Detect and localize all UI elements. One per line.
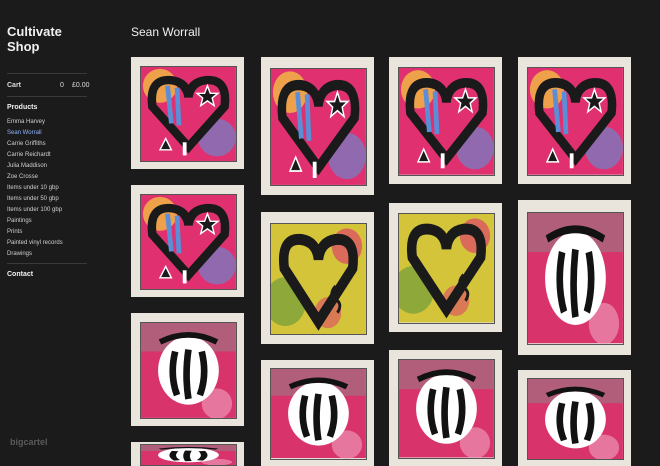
painting-faces [140, 322, 237, 419]
product-category-link[interactable]: Items under 10 gbp [7, 183, 63, 194]
product-category-link[interactable]: Emma Harvey [7, 117, 63, 128]
product-thumbnail[interactable] [131, 313, 244, 426]
painting-hearts-stars [270, 68, 367, 186]
cart-total: £0.00 [72, 82, 90, 89]
painting-faces [270, 368, 367, 460]
product-thumbnail[interactable] [131, 57, 244, 169]
divider [7, 96, 87, 97]
product-thumbnail[interactable] [131, 442, 244, 466]
painting-faces [527, 377, 624, 461]
product-category-link[interactable]: Carrie Griffiths [7, 139, 63, 150]
product-thumbnail[interactable] [518, 370, 631, 466]
painting-hearts-stars [140, 193, 237, 291]
brand-line-2[interactable]: Shop [7, 39, 62, 54]
painting-hearts-stars [398, 67, 495, 176]
products-heading[interactable]: Products [7, 104, 37, 111]
bigcartel-logo[interactable]: bigcartel [10, 437, 48, 447]
shop-logo[interactable]: Cultivate Shop [7, 24, 62, 54]
contact-link[interactable]: Contact [7, 271, 33, 278]
product-thumbnail[interactable] [261, 57, 374, 195]
product-thumbnail[interactable] [261, 212, 374, 344]
product-thumbnail[interactable] [261, 360, 374, 466]
painting-faces [398, 359, 495, 459]
products-list: Emma Harvey Sean Worrall Carrie Griffiths C… [7, 117, 63, 260]
product-thumbnail[interactable] [518, 200, 631, 355]
product-thumbnail[interactable] [518, 57, 631, 184]
cart-count: 0 [60, 82, 64, 89]
product-category-link[interactable]: Carrie Reichardt [7, 150, 63, 161]
divider [7, 263, 87, 264]
product-thumbnail[interactable] [389, 57, 502, 184]
cart-label[interactable]: Cart [7, 82, 21, 89]
product-thumbnail[interactable] [131, 185, 244, 297]
product-thumbnail[interactable] [389, 350, 502, 466]
product-category-link[interactable]: Sean Worrall [7, 128, 63, 139]
product-category-link[interactable]: Painted vinyl records [7, 238, 63, 249]
page-title: Sean Worrall [131, 25, 201, 39]
product-category-link[interactable]: Items under 100 gbp [7, 205, 63, 216]
painting-heart-green [270, 222, 367, 336]
product-category-link[interactable]: Julia Maddison [7, 161, 63, 172]
painting-faces [140, 443, 237, 466]
painting-faces [527, 212, 624, 345]
product-category-link[interactable]: Paintings [7, 216, 63, 227]
cart-link[interactable]: Cart 0 £0.00 [7, 82, 90, 89]
product-category-link[interactable]: Prints [7, 227, 63, 238]
product-category-link[interactable]: Zoe Crosse [7, 172, 63, 183]
divider [7, 73, 87, 74]
brand-line-1[interactable]: Cultivate [7, 24, 62, 39]
painting-hearts-stars [140, 65, 237, 163]
painting-hearts-stars [527, 67, 624, 176]
painting-heart-green [398, 213, 495, 324]
product-category-link[interactable]: Items under 50 gbp [7, 194, 63, 205]
product-thumbnail[interactable] [389, 203, 502, 332]
product-category-link[interactable]: Drawings [7, 249, 63, 260]
sidebar: Cultivate Shop Cart 0 £0.00 Products Emm… [0, 0, 120, 466]
